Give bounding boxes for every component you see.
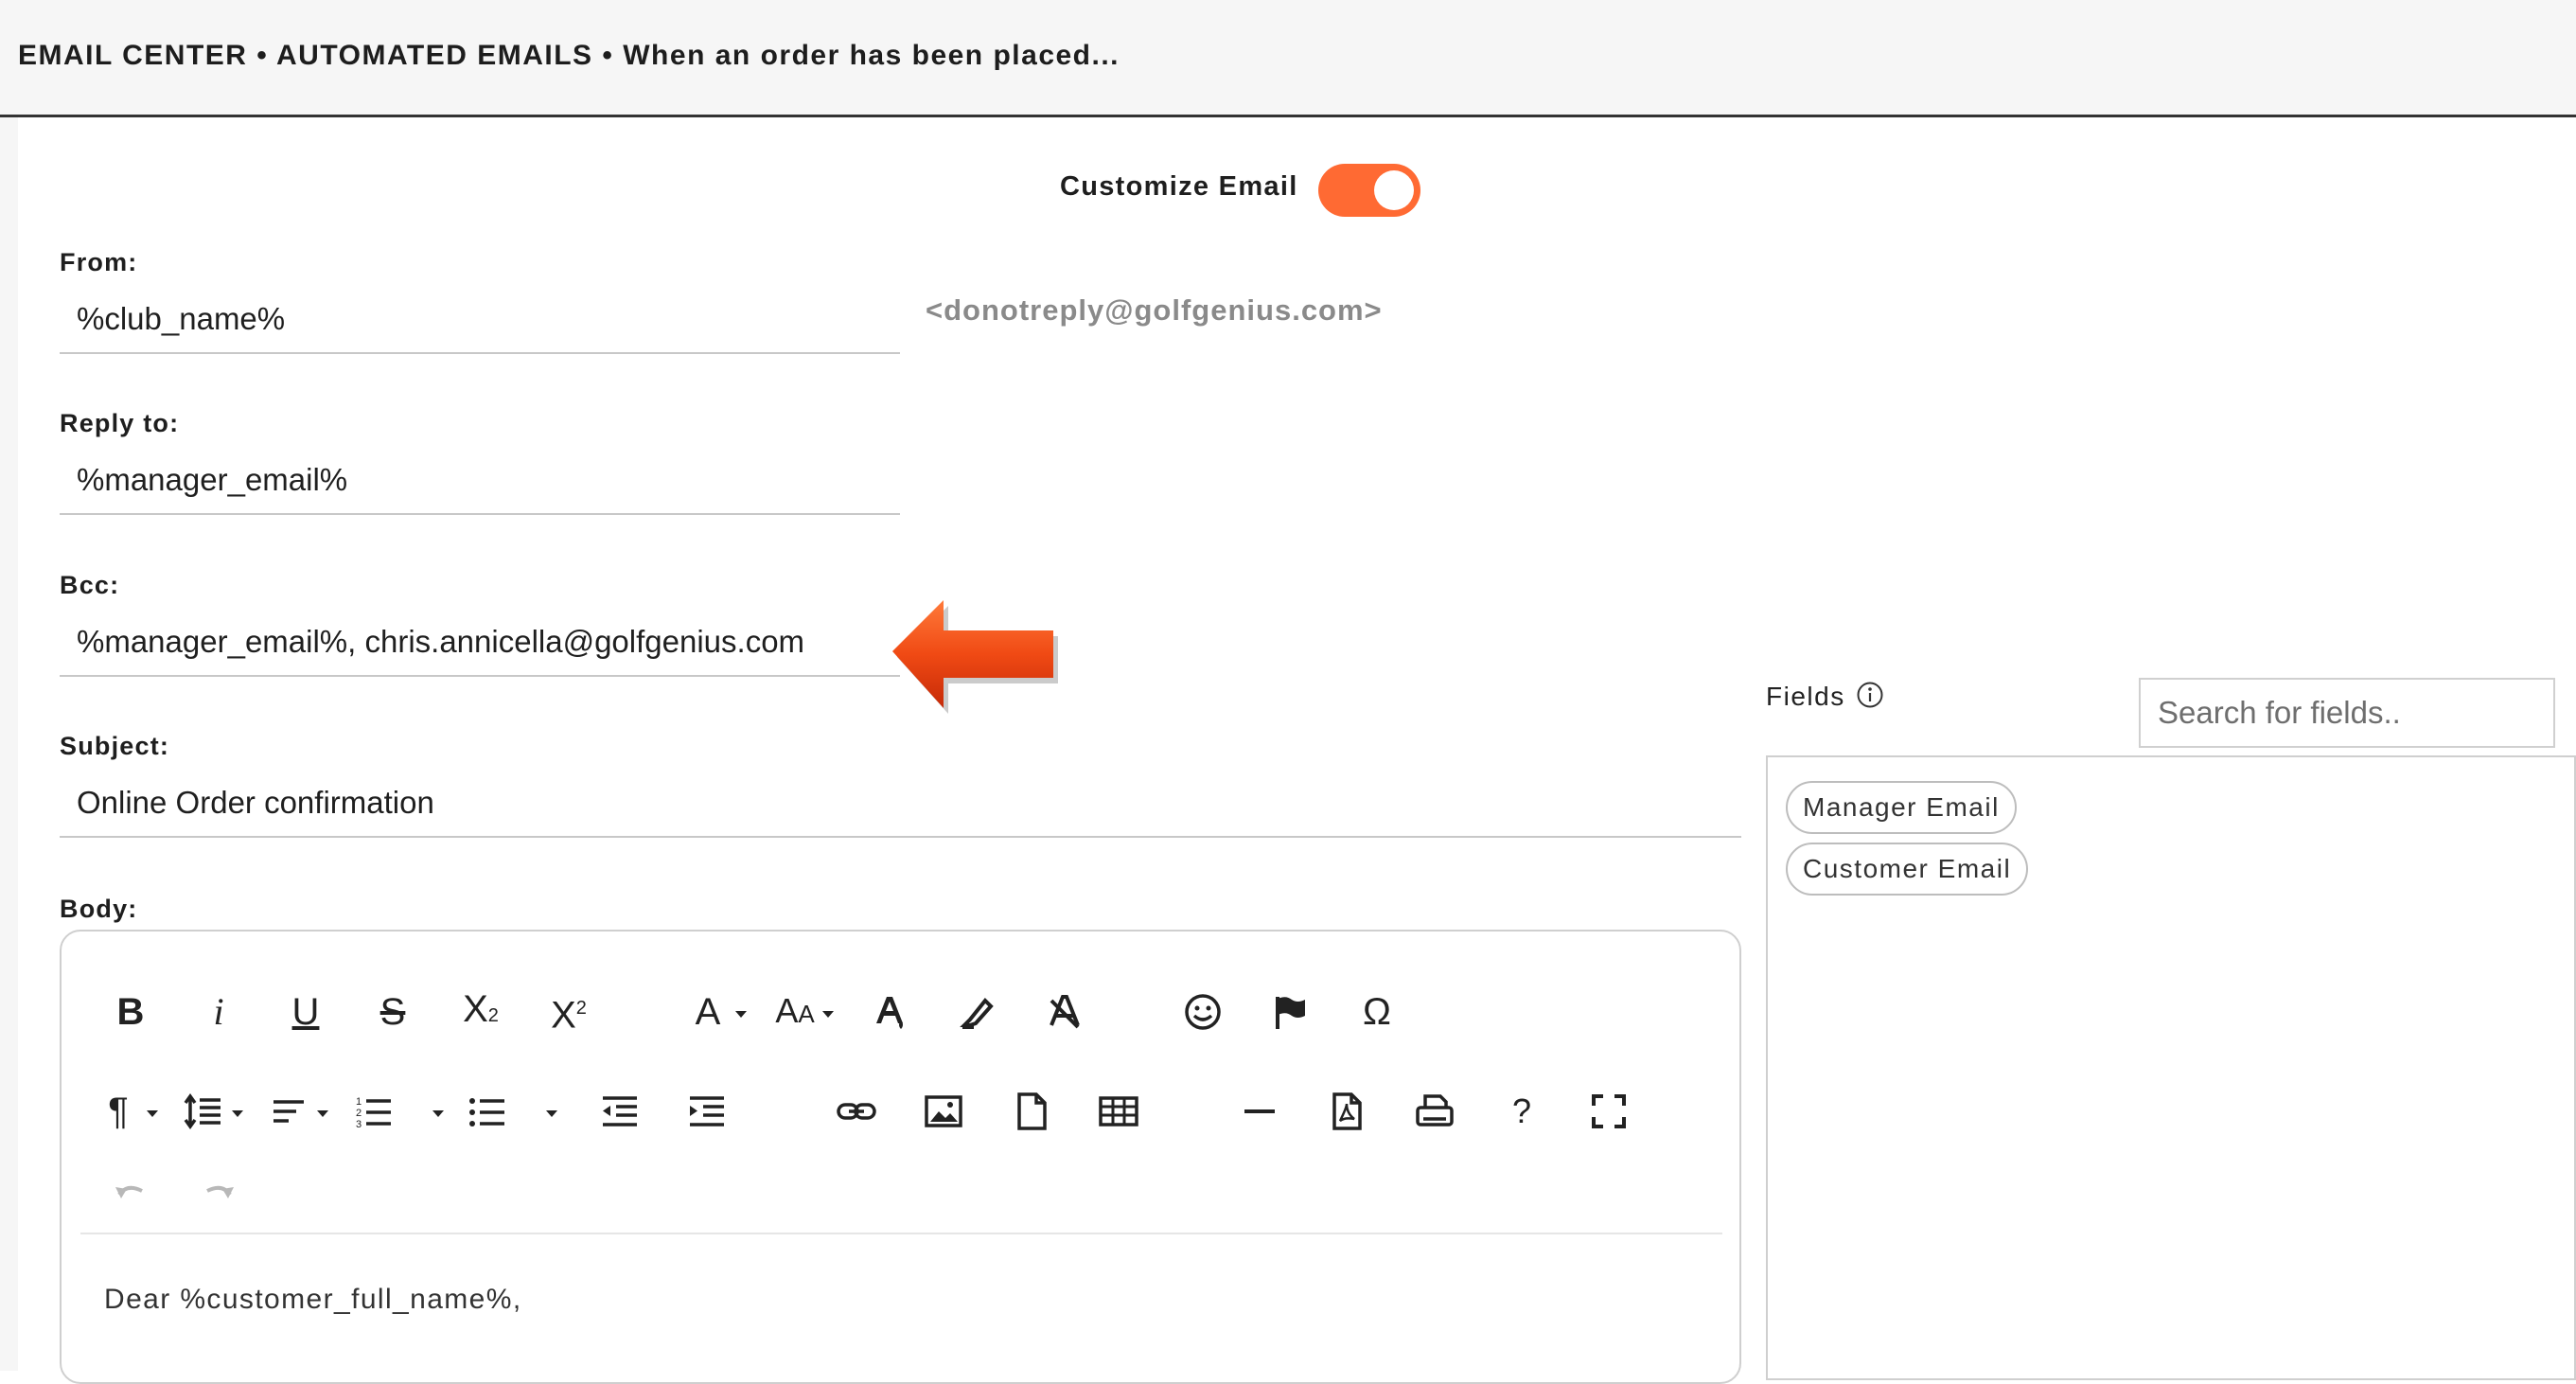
superscript-icon[interactable]: X2 <box>540 984 597 1040</box>
redo-icon[interactable] <box>190 1159 247 1215</box>
chevron-down-icon <box>735 1011 747 1018</box>
reply-to-field[interactable]: %manager_email% <box>60 456 900 515</box>
fields-label: Fields <box>1766 682 1845 711</box>
clear-formatting-icon[interactable] <box>1036 984 1093 1040</box>
left-gutter <box>0 117 18 1371</box>
from-label: From: <box>60 248 138 276</box>
line-height-icon[interactable] <box>175 1083 232 1140</box>
chevron-down-icon <box>822 1011 834 1018</box>
subject-label: Subject: <box>60 732 170 760</box>
bcc-label: Bcc: <box>60 571 120 599</box>
undo-icon[interactable] <box>102 1159 159 1215</box>
file-icon[interactable] <box>1003 1083 1060 1140</box>
email-body-text[interactable]: Dear %customer_full_name%, <box>104 1284 522 1316</box>
print-icon[interactable] <box>1406 1083 1463 1140</box>
toolbar-divider <box>80 1233 1722 1234</box>
link-icon[interactable] <box>828 1083 885 1140</box>
from-field[interactable]: %club_name% <box>60 295 900 354</box>
reply-to-label: Reply to: <box>60 409 180 437</box>
field-chip-manager-email[interactable]: Manager Email <box>1786 781 2017 834</box>
ordered-list-icon[interactable]: 123 <box>345 1083 402 1140</box>
font-family-icon[interactable]: A <box>679 984 736 1040</box>
chevron-down-icon <box>232 1110 243 1117</box>
subscript-icon[interactable]: X2 <box>452 984 509 1040</box>
strikethrough-icon[interactable]: S <box>364 984 421 1040</box>
toggle-knob <box>1374 170 1414 210</box>
unordered-list-icon[interactable] <box>459 1083 516 1140</box>
chevron-down-icon <box>432 1110 444 1117</box>
background-color-icon[interactable] <box>949 984 1006 1040</box>
customize-email-label: Customize Email <box>1060 171 1298 202</box>
outdent-icon[interactable] <box>591 1083 648 1140</box>
from-email-address: <donotreply@golfgenius.com> <box>926 293 1383 327</box>
font-size-icon[interactable]: AA <box>767 984 823 1040</box>
indent-icon[interactable] <box>679 1083 735 1140</box>
paragraph-format-icon[interactable]: ¶ <box>90 1083 147 1140</box>
chevron-down-icon <box>147 1110 158 1117</box>
help-icon[interactable]: ? <box>1493 1083 1550 1140</box>
fullscreen-icon[interactable] <box>1580 1083 1637 1140</box>
svg-text:2: 2 <box>356 1108 362 1119</box>
top-bar: EMAIL CENTER • AUTOMATED EMAILS • When a… <box>0 0 2576 117</box>
horizontal-line-icon[interactable] <box>1231 1083 1288 1140</box>
text-color-icon[interactable] <box>861 984 918 1040</box>
svg-text:3: 3 <box>356 1119 362 1130</box>
bcc-field[interactable]: %manager_email%, chris.annicella@golfgen… <box>60 618 900 677</box>
chevron-down-icon <box>317 1110 328 1117</box>
customize-email-toggle[interactable] <box>1318 164 1420 217</box>
fields-panel: Manager Email Customer Email <box>1766 755 2576 1380</box>
table-icon[interactable] <box>1090 1083 1147 1140</box>
svg-text:1: 1 <box>356 1096 362 1108</box>
emoticons-icon[interactable] <box>1174 984 1231 1040</box>
underline-icon[interactable]: U <box>277 984 334 1040</box>
flag-icon[interactable] <box>1262 984 1318 1040</box>
subject-field[interactable]: Online Order confirmation <box>60 779 1741 838</box>
rich-text-editor[interactable]: B i U S X2 X2 A AA Ω ¶ 123 ? Dear %custo… <box>60 930 1741 1384</box>
body-label: Body: <box>60 895 138 923</box>
bold-icon[interactable]: B <box>102 984 159 1040</box>
fields-search-input[interactable] <box>2139 678 2555 748</box>
info-icon[interactable] <box>1856 681 1884 709</box>
pdf-icon[interactable] <box>1318 1083 1375 1140</box>
italic-icon[interactable]: i <box>190 984 247 1040</box>
chevron-down-icon <box>546 1110 557 1117</box>
align-icon[interactable] <box>260 1083 317 1140</box>
image-icon[interactable] <box>915 1083 972 1140</box>
field-chip-customer-email[interactable]: Customer Email <box>1786 843 2029 896</box>
special-characters-icon[interactable]: Ω <box>1349 984 1405 1040</box>
breadcrumb: EMAIL CENTER • AUTOMATED EMAILS • When a… <box>18 40 1120 71</box>
red-arrow-annotation <box>892 600 1058 714</box>
